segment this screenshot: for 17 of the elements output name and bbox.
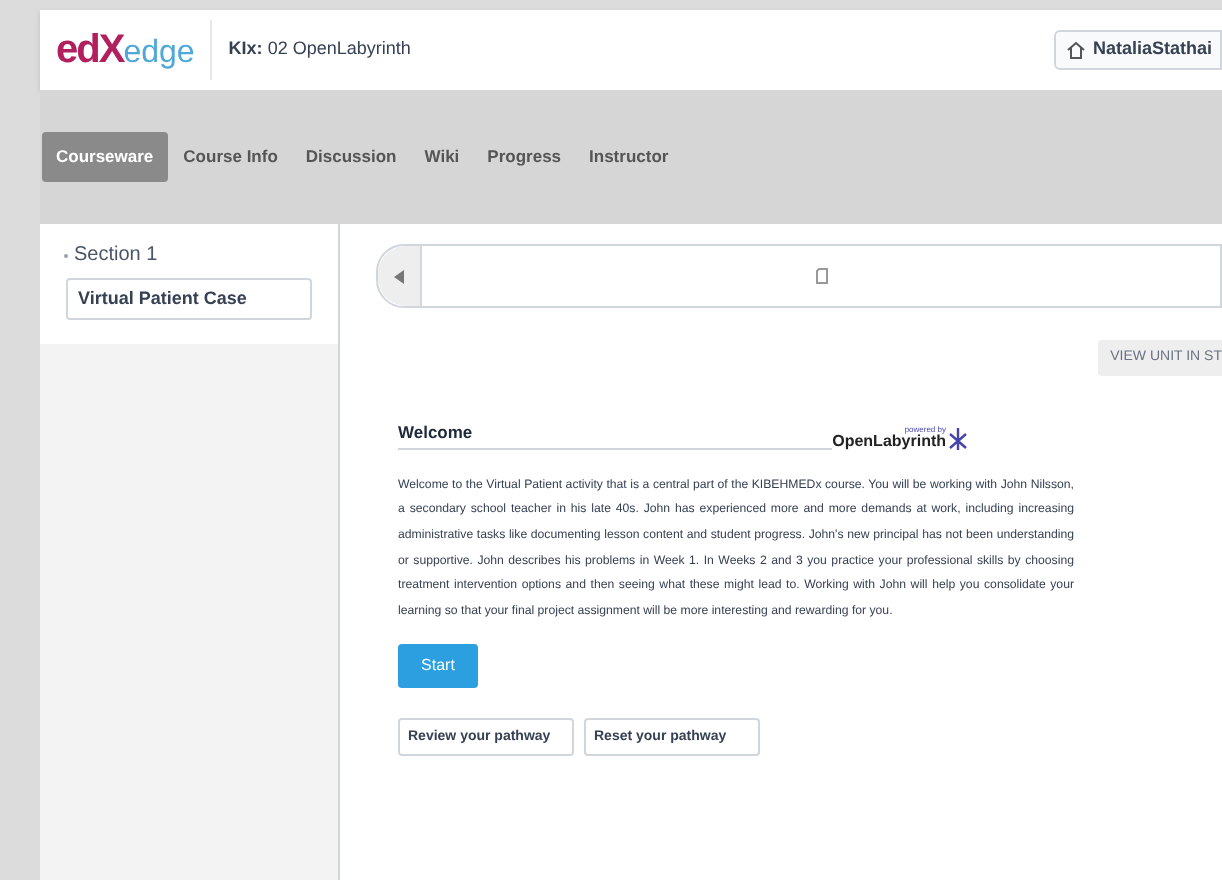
logo[interactable]: edXedge [56,20,213,80]
left-arrow-icon [394,269,404,283]
nav-tab[interactable]: Instructor [577,132,681,182]
start-button[interactable]: Start [398,644,478,689]
home-icon [1066,40,1087,60]
nav-tab[interactable]: Course Info [171,132,290,182]
section-heading[interactable]: Section 1 [40,224,338,270]
previous-button[interactable] [378,246,422,306]
nav-tab[interactable]: Wiki [412,132,472,182]
course-title: KIx: 02 OpenLabyrinth [228,36,411,63]
page-icon [815,268,827,284]
nav-tab[interactable]: Progress [475,132,574,182]
nav-tab[interactable]: Courseware [42,132,168,182]
sidebar-item[interactable]: Virtual Patient Case [66,278,312,320]
user-button[interactable]: NataliaStathai [1054,30,1222,70]
welcome-heading: Welcome [398,420,833,450]
nav-tab[interactable]: Discussion [293,132,409,182]
